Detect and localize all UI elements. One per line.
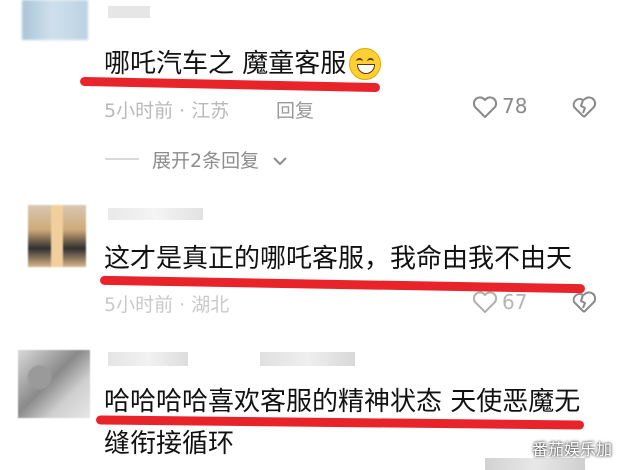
broken-heart-icon — [572, 291, 597, 313]
grinning-squint-emoji-icon — [349, 48, 381, 80]
expand-replies-button[interactable]: 展开2条回复 — [152, 146, 289, 173]
heart-icon — [472, 96, 498, 118]
expand-divider — [105, 158, 139, 160]
username-redacted[interactable] — [260, 352, 355, 366]
comment-text-line-2: 缝衔接循环 — [104, 429, 235, 459]
comment-text: 这才是真正的哪吒客服，我命由我不由天 — [104, 244, 573, 274]
username-redacted[interactable] — [108, 208, 203, 220]
like-count: 78 — [502, 94, 528, 118]
like-count: 67 — [502, 290, 528, 314]
comment-text-line-1: 哈哈哈哈喜欢客服的精神状态 天使恶魔无 — [104, 387, 581, 417]
like-button[interactable] — [472, 95, 498, 123]
chevron-down-icon — [273, 157, 287, 166]
broken-heart-icon — [572, 96, 597, 118]
avatar[interactable] — [28, 205, 86, 267]
expand-label: 展开2条回复 — [152, 150, 260, 172]
dislike-button[interactable] — [570, 290, 598, 318]
username-redacted[interactable] — [108, 6, 150, 18]
comment-meta: 5小时前 · 湖北 — [104, 294, 230, 316]
comment-text: 哪吒汽车之 魔童客服 — [104, 49, 347, 79]
reply-button[interactable]: 回复 — [276, 96, 314, 123]
like-button[interactable] — [472, 290, 498, 318]
username-redacted[interactable] — [108, 352, 188, 366]
avatar[interactable] — [18, 350, 90, 418]
avatar[interactable] — [22, 0, 88, 40]
heart-icon — [472, 291, 498, 313]
comment-meta: 5小时前 · 江苏 — [104, 100, 230, 122]
dislike-button[interactable] — [570, 95, 598, 123]
watermark: 番茄娱乐加 — [532, 440, 613, 459]
